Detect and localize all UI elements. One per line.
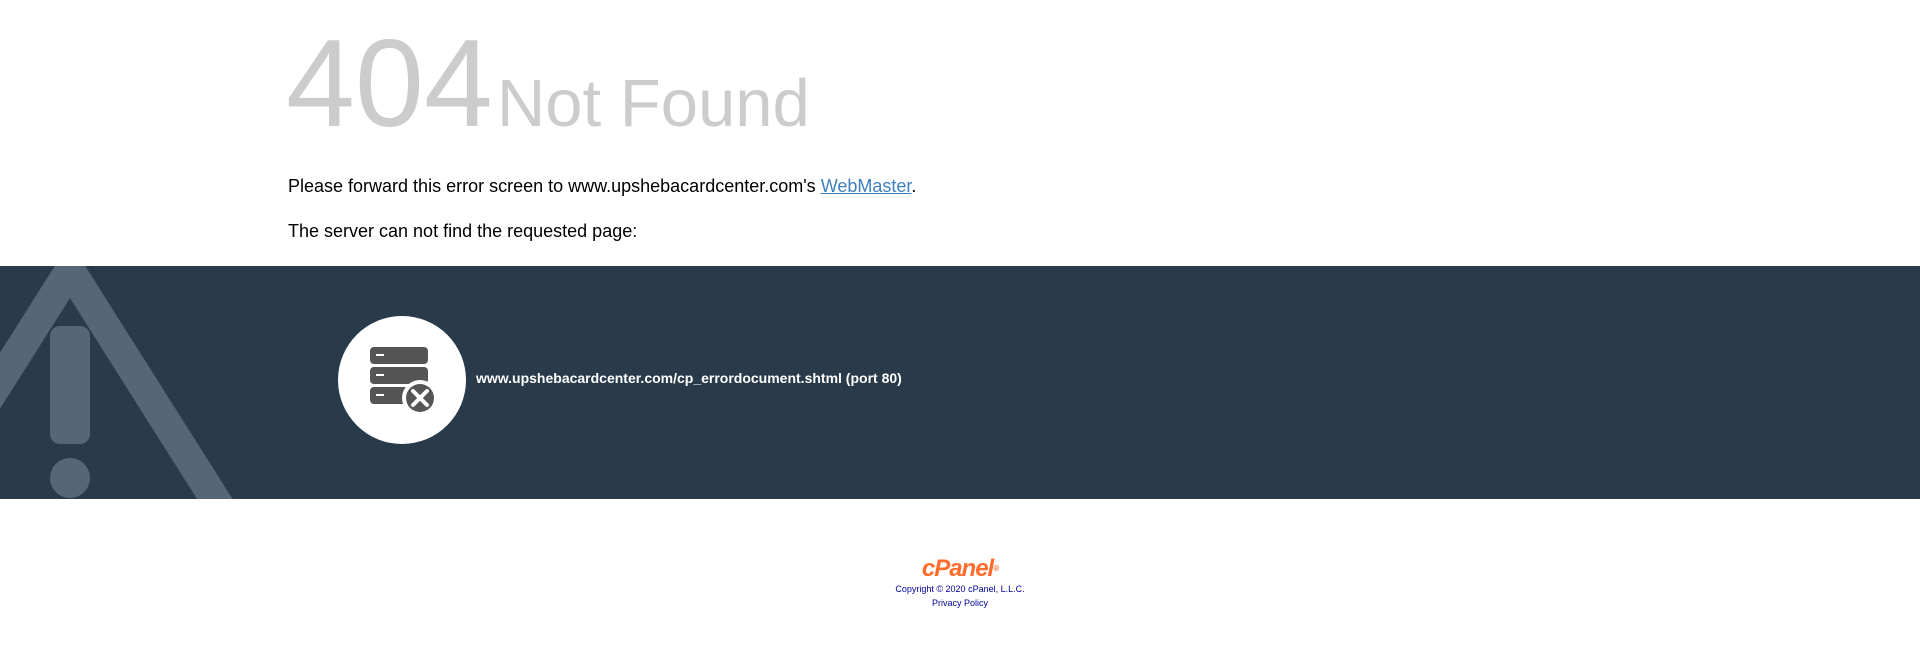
forward-message-text: Please forward this error screen to www.… (288, 176, 821, 196)
error-code: 404 (286, 15, 493, 153)
server-error-icon (370, 347, 438, 416)
error-label: Not Found (496, 66, 810, 141)
cpanel-logo-text: cPanel (921, 555, 994, 582)
not-found-message: The server can not find the requested pa… (288, 221, 638, 241)
error-heading: 404Not Found (286, 22, 810, 146)
forward-message-suffix: . (911, 176, 917, 196)
privacy-policy-link[interactable]: Privacy Policy (932, 598, 988, 608)
copyright-text: Copyright © 2020 cPanel, L.L.C. (895, 584, 1025, 594)
footer: cPanel® Copyright © 2020 cPanel, L.L.C. … (0, 556, 1920, 610)
forward-message: Please forward this error screen to www.… (288, 176, 916, 197)
cpanel-logo: cPanel® (0, 556, 1920, 582)
server-icon-circle (338, 316, 466, 444)
privacy-policy: Privacy Policy (0, 596, 1920, 610)
webmaster-link[interactable]: WebMaster (821, 176, 912, 196)
error-banner: www.upshebacardcenter.com/cp_errordocume… (0, 266, 1920, 499)
warning-triangle-icon (0, 266, 233, 499)
error-url: www.upshebacardcenter.com/cp_errordocume… (476, 370, 902, 386)
error-page: 404Not Found Please forward this error s… (0, 0, 1920, 648)
registered-mark: ® (993, 564, 999, 573)
